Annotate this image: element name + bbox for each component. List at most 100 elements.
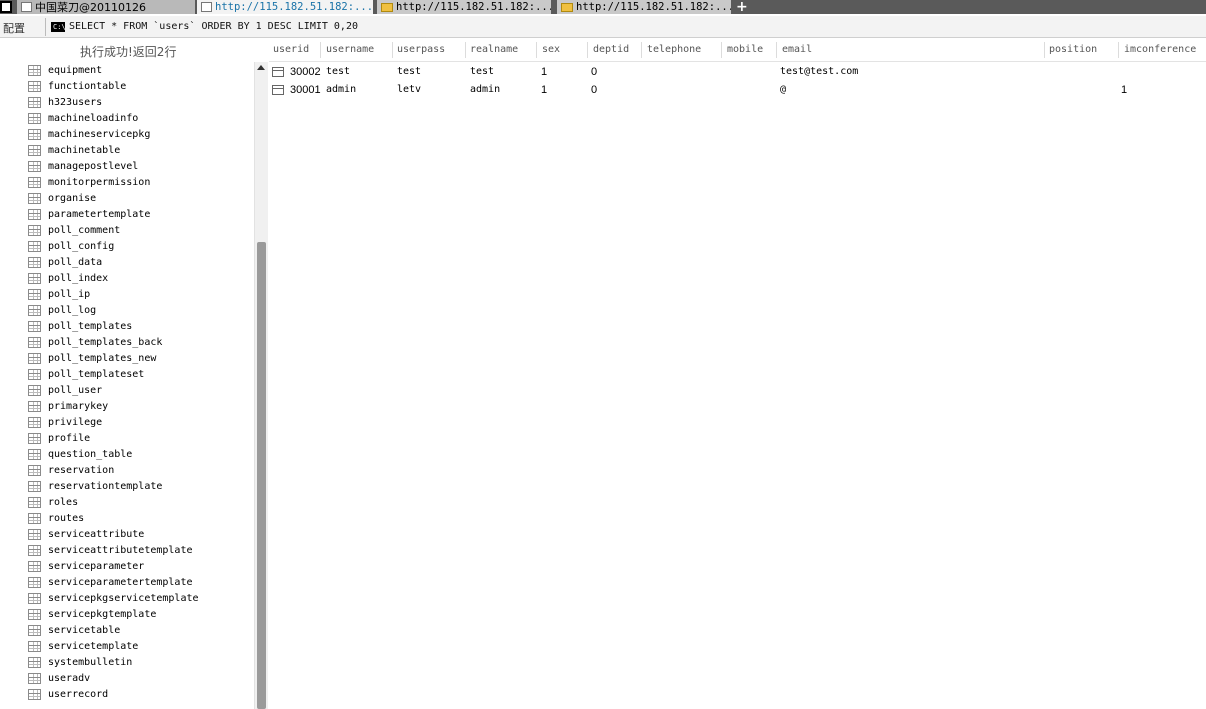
column-separator[interactable]: [1044, 42, 1045, 58]
tree-item[interactable]: userrecord: [28, 686, 108, 702]
tree-item[interactable]: poll_user: [28, 382, 102, 398]
column-separator[interactable]: [465, 42, 466, 58]
tree-item[interactable]: serviceattributetemplate: [28, 542, 193, 558]
column-separator[interactable]: [536, 42, 537, 58]
tree-item[interactable]: servicetemplate: [28, 638, 138, 654]
table-icon: [28, 256, 41, 268]
column-header-userpass[interactable]: userpass: [397, 44, 445, 55]
tree-item[interactable]: monitorpermission: [28, 174, 150, 190]
cell-email[interactable]: test@test.com: [780, 66, 858, 77]
tree-item[interactable]: poll_templates: [28, 318, 132, 334]
row-icon[interactable]: [272, 85, 284, 95]
column-header-imconference[interactable]: imconference: [1124, 44, 1196, 55]
tree-item[interactable]: reservationtemplate: [28, 478, 162, 494]
tree-item[interactable]: poll_log: [28, 302, 96, 318]
column-separator[interactable]: [776, 42, 777, 58]
table-icon: [28, 432, 41, 444]
tree-item[interactable]: systembulletin: [28, 654, 132, 670]
tree-item-label: serviceparameter: [48, 560, 145, 572]
column-separator[interactable]: [1118, 42, 1119, 58]
tree-item[interactable]: poll_data: [28, 254, 102, 270]
config-button[interactable]: 配置: [3, 20, 25, 36]
column-separator[interactable]: [392, 42, 393, 58]
column-separator[interactable]: [320, 42, 321, 58]
tree-item-label: parametertemplate: [48, 208, 151, 220]
cell-email[interactable]: @: [780, 84, 786, 95]
table-icon: [28, 480, 41, 492]
scroll-thumb[interactable]: [257, 242, 266, 709]
tree-item[interactable]: managepostlevel: [28, 158, 138, 174]
tree-item[interactable]: poll_templates_back: [28, 334, 162, 350]
column-header-email[interactable]: email: [782, 44, 812, 55]
tree-item[interactable]: poll_ip: [28, 286, 90, 302]
tree-item-label: privilege: [48, 416, 103, 428]
column-header-sex[interactable]: sex: [542, 44, 560, 55]
tree-item-label: systembulletin: [48, 656, 133, 668]
tree-item[interactable]: machineservicepkg: [28, 126, 150, 142]
tree-item[interactable]: poll_config: [28, 238, 114, 254]
cell-deptid[interactable]: 0: [591, 84, 597, 96]
tree-item[interactable]: servicepkgtemplate: [28, 606, 156, 622]
table-icon: [28, 624, 41, 636]
tree-item[interactable]: functiontable: [28, 78, 126, 94]
tree-item[interactable]: reservation: [28, 462, 114, 478]
cell-sex[interactable]: 1: [541, 66, 547, 78]
tree-item[interactable]: privilege: [28, 414, 102, 430]
tree-item[interactable]: serviceparameter: [28, 558, 144, 574]
scroll-up-arrow-icon[interactable]: [257, 65, 265, 70]
column-separator[interactable]: [721, 42, 722, 58]
column-separator[interactable]: [641, 42, 642, 58]
cell-userpass[interactable]: test: [397, 66, 421, 77]
tab-url-4[interactable]: http://115.182.51.182:...: [557, 0, 731, 14]
tree-item[interactable]: poll_comment: [28, 222, 120, 238]
tree-item[interactable]: roles: [28, 494, 78, 510]
tree-item[interactable]: serviceparametertemplate: [28, 574, 193, 590]
cell-deptid[interactable]: 0: [591, 66, 597, 78]
cell-imconference[interactable]: 1: [1121, 84, 1127, 96]
column-header-telephone[interactable]: telephone: [647, 44, 701, 55]
cell-sex[interactable]: 1: [541, 84, 547, 96]
new-tab-button[interactable]: +: [736, 0, 748, 15]
cell-username[interactable]: admin: [326, 84, 356, 95]
tree-item[interactable]: servicetable: [28, 622, 120, 638]
tree-item[interactable]: question_table: [28, 446, 132, 462]
tree-item[interactable]: parametertemplate: [28, 206, 150, 222]
tree-item[interactable]: poll_templateset: [28, 366, 144, 382]
table-icon: [28, 128, 41, 140]
row-icon[interactable]: [272, 67, 284, 77]
tree-item-label: poll_log: [48, 304, 97, 316]
column-separator[interactable]: [587, 42, 588, 58]
tree-item[interactable]: poll_templates_new: [28, 350, 156, 366]
tab-main[interactable]: 中国菜刀@20110126: [17, 0, 195, 14]
cell-userid[interactable]: 30002: [290, 66, 321, 78]
sql-query-input[interactable]: SELECT * FROM `users` ORDER BY 1 DESC LI…: [69, 21, 358, 32]
cell-userpass[interactable]: letv: [397, 84, 421, 95]
tree-item[interactable]: useradv: [28, 670, 90, 686]
column-header-position[interactable]: position: [1049, 44, 1097, 55]
column-header-userid[interactable]: userid: [273, 44, 309, 55]
column-header-mobile[interactable]: mobile: [727, 44, 763, 55]
tree-item[interactable]: machinetable: [28, 142, 120, 158]
tree-item[interactable]: machineloadinfo: [28, 110, 138, 126]
tree-scrollbar[interactable]: [254, 62, 268, 709]
tab-main-label: 中国菜刀@20110126: [35, 1, 146, 14]
tree-item[interactable]: h323users: [28, 94, 102, 110]
column-header-deptid[interactable]: deptid: [593, 44, 629, 55]
tree-item[interactable]: serviceattribute: [28, 526, 144, 542]
tree-item[interactable]: profile: [28, 430, 90, 446]
table-icon: [28, 656, 41, 668]
tree-item[interactable]: poll_index: [28, 270, 108, 286]
cell-userid[interactable]: 30001: [290, 84, 321, 96]
cell-realname[interactable]: admin: [470, 84, 500, 95]
column-header-realname[interactable]: realname: [470, 44, 518, 55]
tree-item[interactable]: equipment: [28, 62, 102, 78]
cell-realname[interactable]: test: [470, 66, 494, 77]
tree-item[interactable]: routes: [28, 510, 84, 526]
cell-username[interactable]: test: [326, 66, 350, 77]
tree-item[interactable]: servicepkgservicetemplate: [28, 590, 199, 606]
tab-active-url[interactable]: http://115.182.51.182:...: [197, 0, 373, 14]
tab-url-3[interactable]: http://115.182.51.182:...: [377, 0, 551, 14]
tree-item[interactable]: organise: [28, 190, 96, 206]
tree-item[interactable]: primarykey: [28, 398, 108, 414]
column-header-username[interactable]: username: [326, 44, 374, 55]
